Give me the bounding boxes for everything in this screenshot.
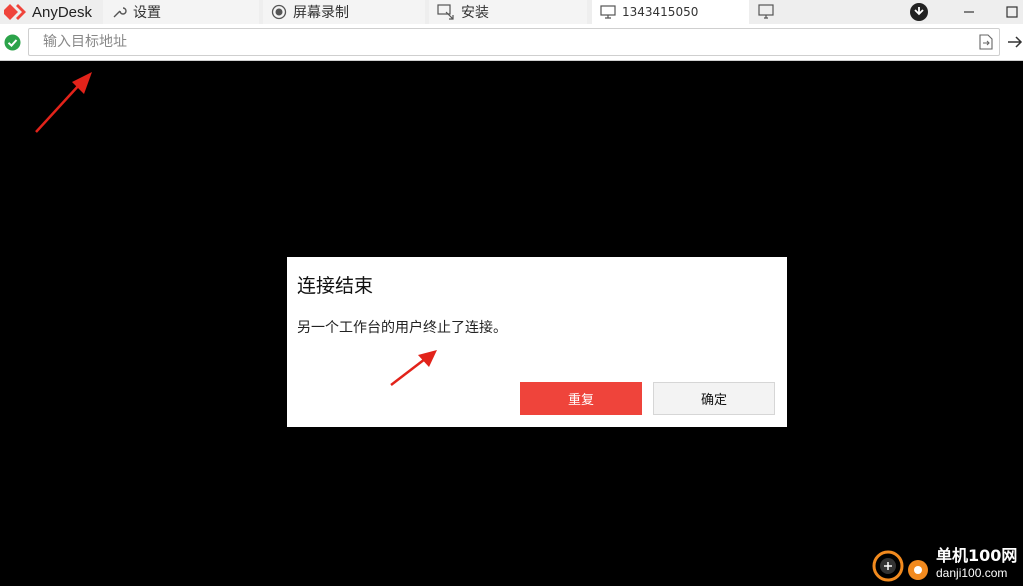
ok-button[interactable]: 确定 — [653, 382, 775, 415]
tab-screen-record-label: 屏幕录制 — [293, 5, 349, 21]
record-icon — [271, 4, 287, 20]
address-bar — [0, 24, 1023, 61]
minimize-icon — [964, 11, 974, 13]
watermark-logo-icon — [872, 550, 928, 582]
tab-session[interactable]: 1343415050 — [592, 0, 749, 24]
watermark-text: 单机100网 danji100.com — [936, 547, 1017, 581]
app-name: AnyDesk — [32, 3, 93, 21]
tab-install-label: 安装 — [461, 5, 489, 21]
tab-session-label: 1343415050 — [622, 5, 699, 19]
watermark-main: 单机100网 — [936, 546, 1018, 565]
retry-button[interactable]: 重复 — [520, 382, 642, 415]
dialog-message: 另一个工作台的用户终止了连接。 — [297, 320, 507, 336]
address-input-box — [28, 28, 1000, 56]
maximize-button[interactable] — [1001, 0, 1023, 24]
app-brand: AnyDesk — [0, 0, 92, 24]
watermark-sub: danji100.com — [936, 566, 1008, 580]
minimize-button[interactable] — [958, 0, 980, 24]
annotation-arrow-dialog — [390, 350, 437, 386]
wrench-icon — [111, 4, 127, 20]
new-tab-button[interactable] — [756, 0, 778, 24]
watermark: 单机100网 danji100.com — [870, 542, 1023, 586]
tab-settings[interactable]: 设置 — [103, 0, 259, 24]
status-ok-icon — [4, 34, 21, 51]
install-icon — [437, 4, 455, 20]
connection-ended-dialog: 连接结束 另一个工作台的用户终止了连接。 重复 确定 — [287, 257, 787, 427]
maximize-icon — [1006, 6, 1018, 18]
annotation-arrow-top — [35, 72, 92, 133]
menu-down-icon — [910, 3, 928, 21]
tab-settings-label: 设置 — [133, 5, 161, 21]
anydesk-logo-icon — [4, 4, 26, 20]
menu-button[interactable] — [907, 0, 931, 24]
monitor-icon — [600, 5, 616, 19]
target-address-input[interactable] — [41, 31, 945, 53]
new-session-icon — [758, 4, 774, 19]
connect-arrow-icon[interactable] — [1007, 35, 1023, 49]
file-transfer-icon[interactable] — [979, 34, 993, 50]
dialog-title: 连接结束 — [297, 275, 374, 297]
tab-screen-record[interactable]: 屏幕录制 — [263, 0, 425, 24]
tab-install[interactable]: 安装 — [429, 0, 587, 24]
